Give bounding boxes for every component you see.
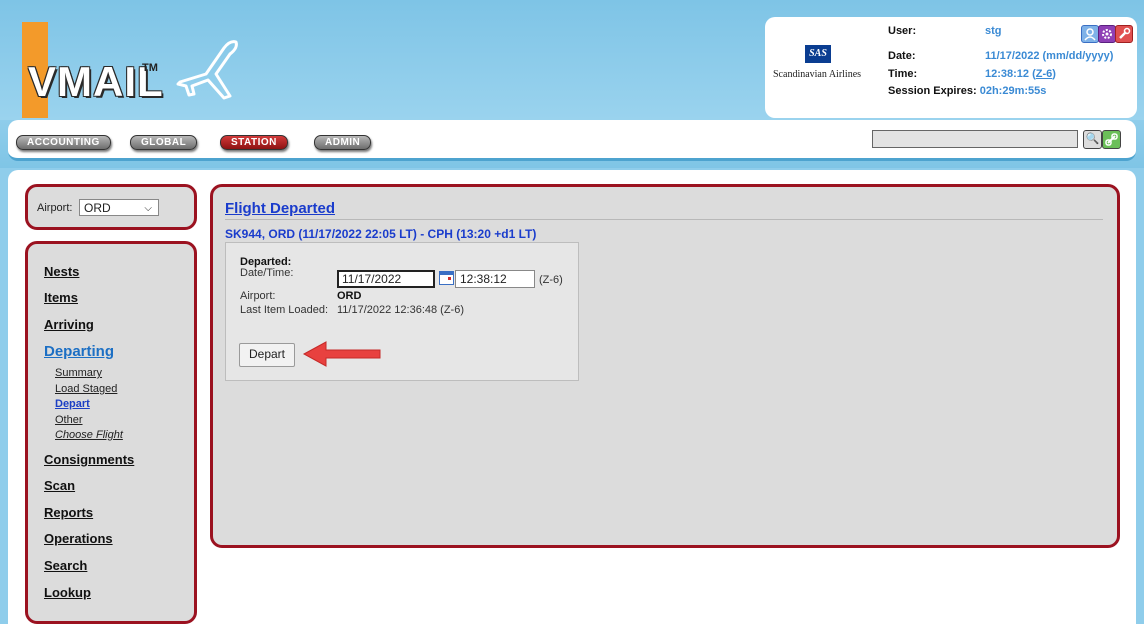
airport-field-value: ORD (337, 290, 362, 302)
airport-field-label: Airport: (240, 290, 276, 302)
session-label: Session Expires: 02h:29m:55s (888, 85, 1046, 97)
link-icon[interactable] (1102, 130, 1121, 149)
session-label-text: Session Expires: (888, 85, 977, 97)
flight-summary: SK944, ORD (11/17/2022 22:05 LT) - CPH (… (225, 227, 537, 241)
sidebar-item-departing[interactable]: Departing (44, 343, 114, 360)
tab-global[interactable]: GLOBAL (130, 135, 198, 150)
sidebar-item-scan[interactable]: Scan (44, 478, 75, 493)
sidebar-subitem-summary[interactable]: Summary (55, 367, 102, 379)
tab-accounting[interactable]: ACCOUNTING (16, 135, 111, 150)
user-icon[interactable] (1081, 25, 1099, 43)
logo-trademark: TM (142, 62, 158, 74)
user-label: User: (888, 25, 917, 37)
tools-icon[interactable] (1115, 25, 1133, 43)
title-divider (225, 219, 1103, 220)
airport-label: Airport: (37, 202, 73, 214)
datetime-label: Date/Time: (240, 267, 294, 279)
session-value: 02h:29m:55s (979, 85, 1047, 97)
time-field[interactable]: 12:38:12 (455, 270, 535, 288)
airline-logo: SAS (805, 45, 831, 63)
annotation-arrow-icon (302, 341, 381, 367)
time-value-text: 12:38:12 (985, 68, 1030, 80)
time-label: Time: (888, 68, 918, 80)
date-label: Date: (888, 50, 916, 62)
sidebar-item-arriving[interactable]: Arriving (44, 317, 94, 332)
sidebar-subitem-load-staged[interactable]: Load Staged (55, 383, 117, 395)
sidebar-subitem-other[interactable]: Other (55, 414, 83, 426)
timezone-link[interactable]: Z-6 (1036, 68, 1053, 80)
sidebar-item-operations[interactable]: Operations (44, 531, 113, 546)
sidebar-item-reports[interactable]: Reports (44, 505, 93, 520)
search-icon[interactable]: 🔍 (1083, 130, 1102, 149)
header: VMAIL TM SAS Scandinavian Airlines User:… (0, 0, 1144, 120)
user-value: stg (985, 25, 1002, 37)
tab-admin[interactable]: ADMIN (314, 135, 372, 150)
global-search-input[interactable] (872, 130, 1078, 148)
sidebar-item-items[interactable]: Items (44, 290, 78, 305)
timezone-label: (Z-6) (539, 274, 563, 286)
last-item-label: Last Item Loaded: (240, 304, 329, 316)
settings-icon[interactable] (1098, 25, 1116, 43)
calendar-icon[interactable] (439, 271, 454, 285)
date-field[interactable]: 11/17/2022 (337, 270, 435, 288)
user-info-card: SAS Scandinavian Airlines User: stg Date… (765, 17, 1137, 118)
airplane-icon (176, 40, 238, 100)
sidebar-item-consignments[interactable]: Consignments (44, 452, 134, 467)
sidebar-subitem-choose-flight[interactable]: Choose Flight (55, 429, 123, 441)
depart-button[interactable]: Depart (239, 343, 295, 367)
chevron-down-icon: ⌵ (144, 203, 152, 214)
date-value: 11/17/2022 (mm/dd/yyyy) (985, 50, 1114, 62)
airport-select-value: ORD (84, 201, 111, 215)
airport-select[interactable]: ORD ⌵ (79, 199, 159, 216)
time-value: 12:38:12 (Z-6) (985, 68, 1056, 80)
sidebar-item-nests[interactable]: Nests (44, 264, 79, 279)
tab-station[interactable]: STATION (220, 135, 288, 150)
page-title[interactable]: Flight Departed (225, 200, 335, 217)
last-item-value: 11/17/2022 12:36:48 (Z-6) (337, 304, 464, 316)
sidebar-subitem-depart[interactable]: Depart (55, 398, 90, 410)
sidebar-item-search[interactable]: Search (44, 558, 87, 573)
airline-name: Scandinavian Airlines (773, 69, 862, 80)
sidebar-item-lookup[interactable]: Lookup (44, 585, 91, 600)
